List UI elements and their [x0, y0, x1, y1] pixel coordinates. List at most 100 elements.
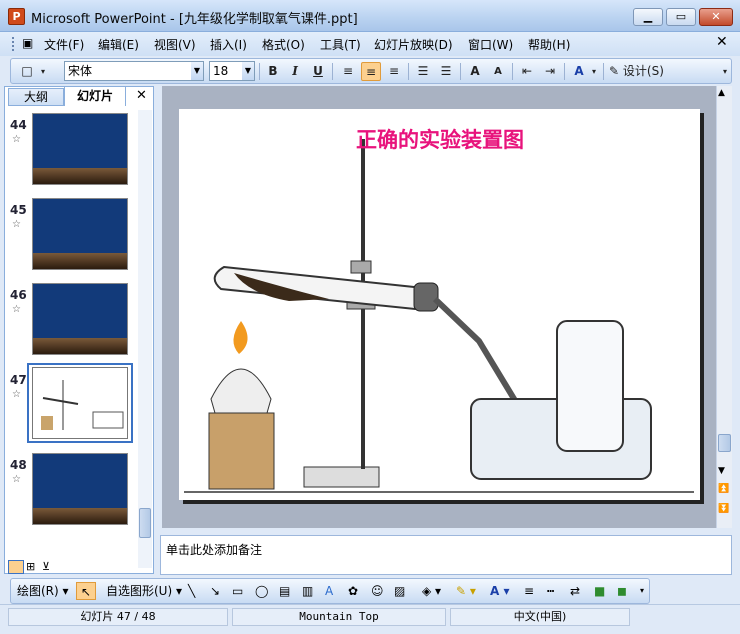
toolbar-separator: [564, 63, 565, 80]
menu-insert[interactable]: 插入(I): [210, 36, 247, 53]
text-color-icon[interactable]: A ▾: [490, 582, 510, 600]
design-button[interactable]: ✎ 设计(S): [609, 62, 673, 81]
chevron-down-icon[interactable]: ▾: [589, 62, 599, 81]
document-close-icon[interactable]: ✕: [716, 34, 728, 50]
line-style-icon[interactable]: ≡: [524, 582, 534, 600]
line-color-icon[interactable]: ✎ ▾: [456, 582, 476, 600]
align-left-icon[interactable]: ≡: [338, 62, 358, 81]
slides-pane-scrollbar[interactable]: [138, 110, 152, 568]
status-design: Mountain Top: [232, 608, 446, 626]
slide-sorter-icon[interactable]: ⊞: [26, 560, 35, 573]
menu-tools[interactable]: 工具(T): [320, 36, 361, 53]
slideshow-view-icon[interactable]: ⊻: [42, 560, 50, 573]
tab-slides[interactable]: 幻灯片: [64, 86, 126, 106]
draw-menu-button[interactable]: 绘图(R) ▾: [17, 582, 69, 600]
font-color-icon[interactable]: A: [569, 62, 589, 81]
animation-star-icon: ☆: [12, 389, 21, 400]
menu-slideshow[interactable]: 幻灯片放映(D): [374, 36, 453, 53]
slide-thumbnail-46[interactable]: [32, 283, 128, 355]
slide-thumbnail-45[interactable]: [32, 198, 128, 270]
thumbnail-apparatus-image: [41, 380, 124, 430]
clipart-icon[interactable]: ☺: [371, 582, 384, 600]
toolbar-options-icon[interactable]: ▾: [640, 582, 644, 600]
bullets-icon[interactable]: ☰: [436, 62, 456, 81]
font-name-combo[interactable]: 宋体 ▼: [64, 61, 204, 81]
rectangle-icon[interactable]: ▭: [232, 582, 243, 600]
maximize-button[interactable]: ▭: [666, 8, 696, 26]
slide-number: 44: [10, 118, 27, 132]
text-box-icon[interactable]: ▤: [279, 582, 290, 600]
mountain-image: [33, 338, 127, 354]
slide-thumbnail-48[interactable]: [32, 453, 128, 525]
numbering-icon[interactable]: ☰: [413, 62, 433, 81]
slide-scrollbar[interactable]: ▲ ▼ ⏫ ⏬: [716, 86, 732, 528]
normal-view-icon[interactable]: [8, 560, 24, 574]
fill-color-icon[interactable]: ◈ ▾: [422, 582, 441, 600]
previous-slide-icon[interactable]: ⏫: [718, 484, 729, 494]
oval-icon[interactable]: ◯: [255, 582, 268, 600]
picture-icon[interactable]: ▨: [394, 582, 405, 600]
close-icon[interactable]: ✕: [136, 88, 147, 103]
arrow-style-icon[interactable]: ⇄: [570, 582, 580, 600]
animation-star-icon: ☆: [12, 134, 21, 145]
scroll-down-icon[interactable]: ▼: [718, 466, 725, 476]
vertical-text-box-icon[interactable]: ▥: [302, 582, 313, 600]
chevron-down-icon[interactable]: ▼: [242, 62, 254, 80]
line-icon[interactable]: ╲: [188, 582, 195, 600]
mountain-image: [33, 168, 127, 184]
slide-title[interactable]: 正确的实验装置图: [180, 124, 700, 154]
minimize-button[interactable]: ▁: [633, 8, 663, 26]
menu-help[interactable]: 帮助(H): [528, 36, 570, 53]
menu-window[interactable]: 窗口(W): [468, 36, 513, 53]
font-size-value: 18: [213, 64, 229, 78]
slide-canvas[interactable]: [179, 109, 700, 500]
menu-grip[interactable]: [12, 37, 15, 51]
menu-view[interactable]: 视图(V): [154, 36, 196, 53]
toolbar-separator: [408, 63, 409, 80]
underline-button[interactable]: U: [308, 62, 328, 81]
toolbar-options-icon[interactable]: ▾: [38, 62, 48, 81]
mountain-image: [33, 253, 127, 269]
shadow-icon[interactable]: ■: [594, 582, 605, 600]
notes-placeholder[interactable]: 单击此处添加备注: [166, 541, 262, 558]
mountain-image: [33, 508, 127, 524]
next-slide-icon[interactable]: ⏬: [718, 504, 729, 514]
align-center-icon[interactable]: ≡: [361, 62, 381, 81]
design-icon: ✎: [609, 64, 620, 78]
window-title: Microsoft PowerPoint - [九年级化学制取氧气课件.ppt]: [31, 12, 358, 27]
scrollbar-thumb[interactable]: [139, 508, 151, 538]
menu-format[interactable]: 格式(O): [262, 36, 305, 53]
tab-outline[interactable]: 大纲: [8, 88, 64, 106]
chevron-down-icon[interactable]: ▼: [191, 62, 203, 80]
increase-indent-icon[interactable]: ⇥: [540, 62, 560, 81]
animation-star-icon: ☆: [12, 219, 21, 230]
autoshapes-button[interactable]: 自选图形(U) ▾: [106, 582, 182, 600]
dash-style-icon[interactable]: ┅: [547, 582, 554, 600]
menu-doc-icon[interactable]: ▣: [22, 36, 33, 50]
toolbar-separator: [603, 63, 604, 80]
close-button[interactable]: ✕: [699, 8, 733, 26]
font-size-combo[interactable]: 18 ▼: [209, 61, 255, 81]
select-objects-icon[interactable]: ↖: [76, 582, 96, 600]
arrow-icon[interactable]: ↘: [210, 582, 220, 600]
align-right-icon[interactable]: ≡: [384, 62, 404, 81]
powerpoint-icon[interactable]: P: [8, 8, 25, 25]
slide-thumbnail-47[interactable]: [32, 367, 128, 439]
menu-file[interactable]: 文件(F): [44, 36, 84, 53]
new-document-icon[interactable]: □: [17, 62, 37, 81]
bold-button[interactable]: B: [263, 62, 283, 81]
3d-icon[interactable]: ◼: [617, 582, 627, 600]
decrease-indent-icon[interactable]: ⇤: [517, 62, 537, 81]
decrease-font-icon[interactable]: A: [488, 62, 508, 81]
menu-edit[interactable]: 编辑(E): [98, 36, 139, 53]
scroll-up-icon[interactable]: ▲: [718, 88, 725, 98]
scrollbar-thumb[interactable]: [718, 434, 731, 452]
diagram-icon[interactable]: ✿: [348, 582, 358, 600]
slide-thumbnail-44[interactable]: [32, 113, 128, 185]
increase-font-icon[interactable]: A: [465, 62, 485, 81]
italic-button[interactable]: I: [285, 62, 305, 81]
wordart-icon[interactable]: A: [325, 582, 333, 600]
animation-star-icon: ☆: [12, 474, 21, 485]
toolbar-options-icon[interactable]: ▾: [720, 62, 730, 81]
slide-number: 48: [10, 458, 27, 472]
